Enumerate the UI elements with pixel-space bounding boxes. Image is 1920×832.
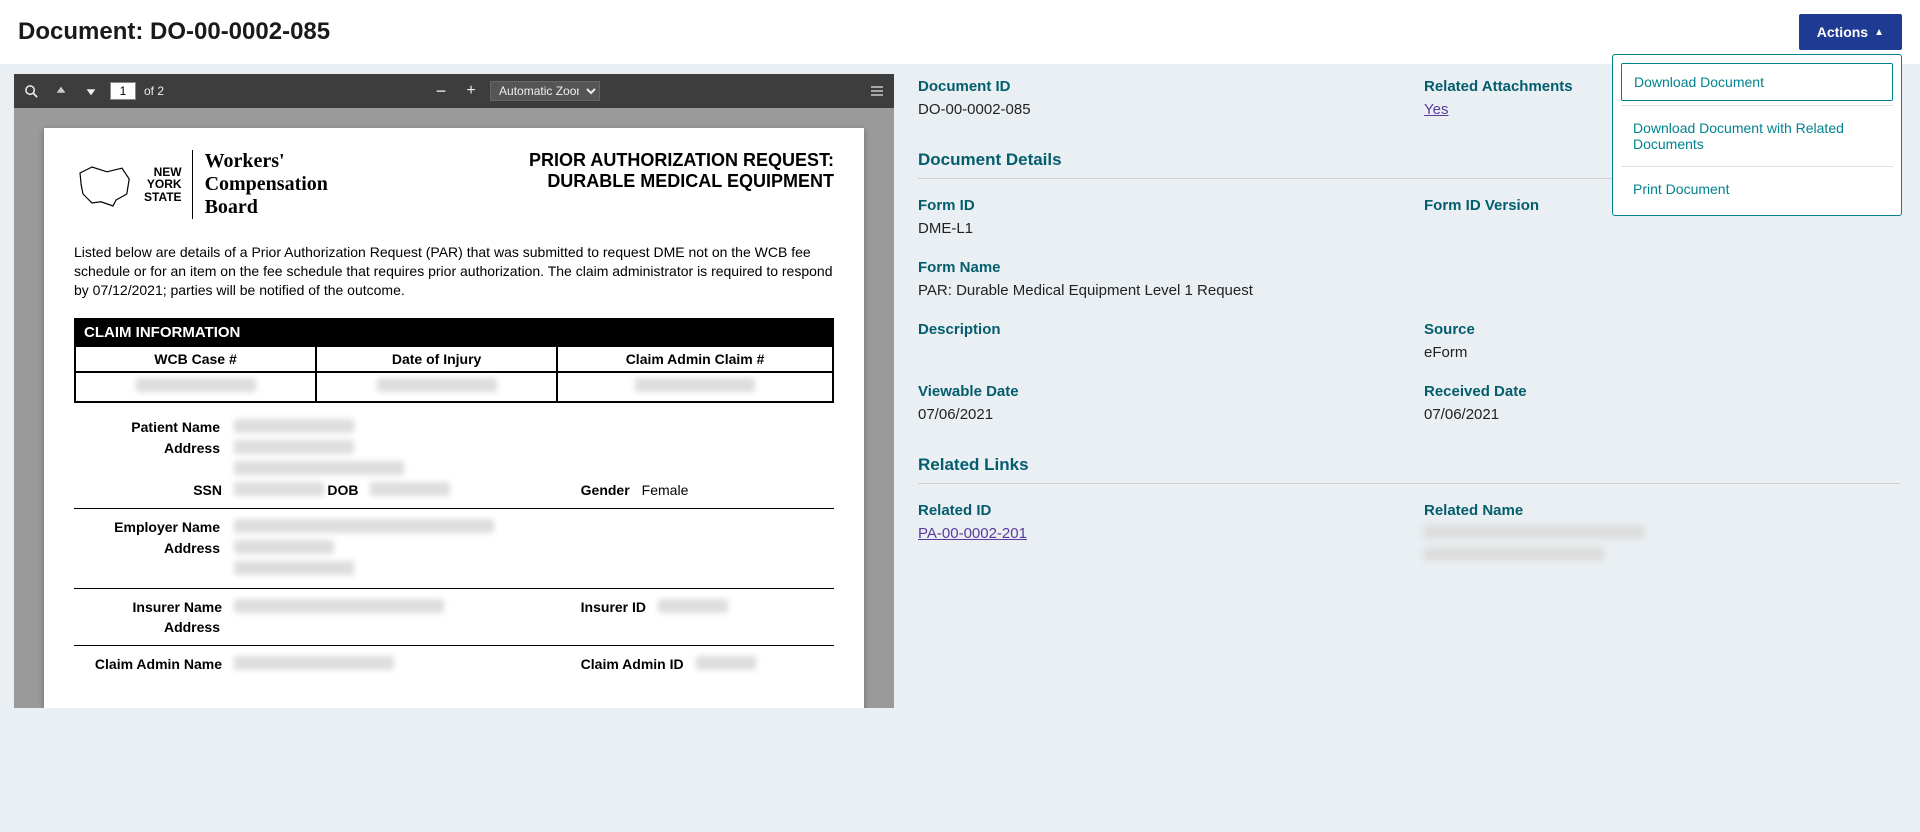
divider <box>74 508 834 509</box>
gender-label: Gender <box>581 482 642 498</box>
download-with-related-item[interactable]: Download Document with Related Documents <box>1621 110 1893 162</box>
claim-info-table: WCB Case # Date of Injury Claim Admin Cl… <box>74 347 834 403</box>
redacted-value <box>234 561 354 575</box>
related-name-label: Related Name <box>1424 502 1900 519</box>
form-name-label: Form Name <box>918 259 1900 276</box>
claim-admin-id-label: Claim Admin ID <box>581 656 696 672</box>
address-label: Address <box>74 440 234 457</box>
page-title-id: DO-00-0002-085 <box>150 18 330 45</box>
redacted-value <box>696 656 756 670</box>
received-date-label: Received Date <box>1424 383 1900 400</box>
menu-divider <box>1621 105 1893 106</box>
employer-name-label: Employer Name <box>74 519 234 536</box>
wcb-logo: NEW YORK STATE Workers' Compensation Boa… <box>74 150 328 219</box>
zoom-select[interactable]: Automatic Zoom <box>490 81 600 101</box>
col-wcb-case: WCB Case # <box>75 347 316 372</box>
received-date-value: 07/06/2021 <box>1424 406 1900 423</box>
print-document-item[interactable]: Print Document <box>1621 171 1893 207</box>
document-id-label: Document ID <box>918 78 1394 95</box>
intro-paragraph: Listed below are details of a Prior Auth… <box>74 243 834 300</box>
divider <box>74 645 834 646</box>
form-id-value: DME-L1 <box>918 220 1394 237</box>
claim-info-header: CLAIM INFORMATION <box>74 318 834 347</box>
page-title: Document: DO-00-0002-085 <box>18 18 330 46</box>
viewable-date-label: Viewable Date <box>918 383 1394 400</box>
address-label: Address <box>74 619 234 635</box>
insurer-id-label: Insurer ID <box>581 599 658 615</box>
dob-label: DOB <box>327 482 370 498</box>
related-id-label: Related ID <box>918 502 1394 519</box>
source-value: eForm <box>1424 344 1900 361</box>
pdf-page: NEW YORK STATE Workers' Compensation Boa… <box>44 128 864 708</box>
redacted-value <box>234 540 334 554</box>
col-date-injury: Date of Injury <box>316 347 557 372</box>
download-document-item[interactable]: Download Document <box>1621 63 1893 101</box>
viewable-date-value: 07/06/2021 <box>918 406 1394 423</box>
pdf-viewport[interactable]: NEW YORK STATE Workers' Compensation Boa… <box>14 108 894 708</box>
actions-button-label: Actions <box>1817 24 1868 40</box>
redacted-value <box>234 599 444 613</box>
insurer-name-label: Insurer Name <box>74 599 234 615</box>
redacted-value <box>234 440 354 454</box>
ssn-label: SSN <box>74 482 234 498</box>
page-number-input[interactable] <box>110 82 136 100</box>
redacted-value <box>234 419 354 433</box>
table-row <box>75 372 833 402</box>
claim-admin-name-label: Claim Admin Name <box>74 656 234 672</box>
actions-button[interactable]: Actions ▲ <box>1799 14 1902 50</box>
col-claim-admin: Claim Admin Claim # <box>557 347 833 372</box>
zoom-out-icon[interactable]: − <box>430 80 452 102</box>
page-title-prefix: Document: <box>18 18 150 45</box>
actions-dropdown: Download Document Download Document with… <box>1612 54 1902 216</box>
pdf-viewer-panel: of 2 − + Automatic Zoom <box>14 74 894 714</box>
zoom-in-icon[interactable]: + <box>460 80 482 102</box>
ny-state-outline-icon <box>74 160 134 210</box>
redacted-value <box>136 378 256 392</box>
redacted-value <box>234 519 494 533</box>
redacted-value <box>1424 547 1604 561</box>
redacted-value <box>377 378 497 392</box>
form-name-value: PAR: Durable Medical Equipment Level 1 R… <box>918 282 1900 299</box>
page-of-label: of 2 <box>144 84 164 98</box>
redacted-value <box>234 461 404 475</box>
patient-name-label: Patient Name <box>74 419 234 436</box>
redacted-value <box>234 656 394 670</box>
document-type-title: PRIOR AUTHORIZATION REQUEST: DURABLE MED… <box>529 150 834 192</box>
ny-state-text: NEW YORK STATE <box>144 166 182 204</box>
chevron-up-icon: ▲ <box>1874 27 1884 38</box>
prev-page-icon[interactable] <box>50 80 72 102</box>
divider <box>74 588 834 589</box>
redacted-value <box>1424 525 1644 539</box>
redacted-value <box>370 482 450 496</box>
form-id-label: Form ID <box>918 197 1394 214</box>
description-label: Description <box>918 321 1394 338</box>
gender-value: Female <box>642 482 689 498</box>
address-label: Address <box>74 540 234 557</box>
related-attachments-link[interactable]: Yes <box>1424 101 1448 118</box>
redacted-value <box>635 378 755 392</box>
search-icon[interactable] <box>20 80 42 102</box>
redacted-value <box>234 482 324 496</box>
menu-icon[interactable] <box>866 80 888 102</box>
source-label: Source <box>1424 321 1900 338</box>
pdf-toolbar: of 2 − + Automatic Zoom <box>14 74 894 108</box>
menu-divider <box>1621 166 1893 167</box>
related-id-link[interactable]: PA-00-0002-201 <box>918 525 1027 542</box>
board-title: Workers' Compensation Board <box>192 150 328 219</box>
redacted-value <box>658 599 728 613</box>
document-id-value: DO-00-0002-085 <box>918 101 1394 118</box>
related-links-heading: Related Links <box>918 455 1900 484</box>
next-page-icon[interactable] <box>80 80 102 102</box>
